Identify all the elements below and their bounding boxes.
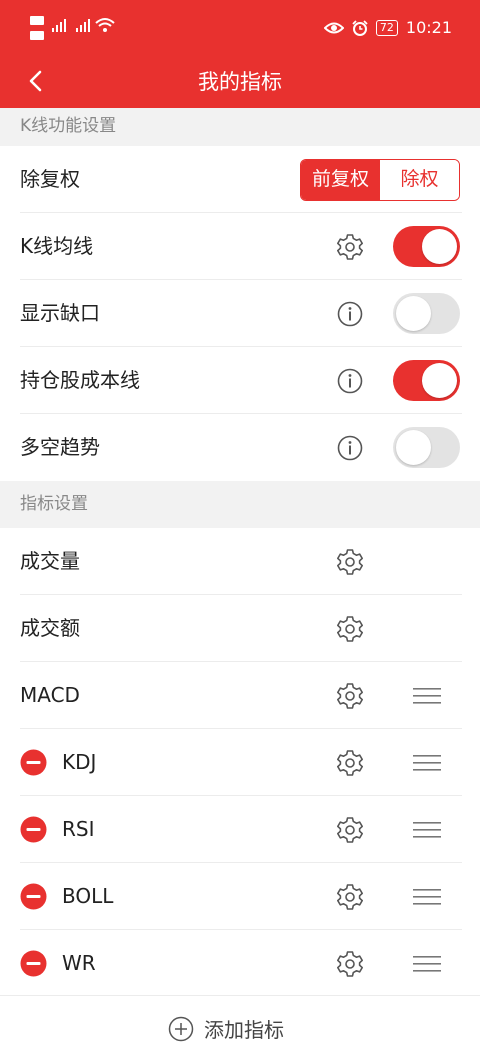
plus-circle-icon <box>168 1016 194 1041</box>
drag-handle-icon[interactable] <box>412 684 442 708</box>
indicator-label: KDJ <box>62 750 97 774</box>
row-label: 多空趋势 <box>20 435 100 459</box>
add-indicator-area: 添加指标 <box>0 995 480 1061</box>
option-forward-adjust[interactable]: 前复权 <box>301 160 380 200</box>
gear-icon[interactable] <box>336 233 364 261</box>
alarm-icon <box>352 19 368 36</box>
gear-icon[interactable] <box>336 883 364 911</box>
indicator-row-wr: WR <box>0 930 480 997</box>
adjust-segmented-control: 前复权 除权 <box>300 159 460 201</box>
row-label: 显示缺口 <box>20 301 100 325</box>
clock: 10:21 <box>405 18 452 37</box>
nav-bar: 我的指标 <box>0 56 480 108</box>
add-indicator-button[interactable]: 添加指标 <box>168 1014 284 1043</box>
row-long-short-trend: 多空趋势 <box>0 414 480 481</box>
indicator-label: 成交量 <box>20 549 80 573</box>
indicator-label: 成交额 <box>20 616 80 640</box>
toggle-holding-cost-line[interactable] <box>393 360 460 401</box>
option-ex-rights[interactable]: 除权 <box>380 160 459 200</box>
row-holding-cost-line: 持仓股成本线 <box>0 347 480 414</box>
row-label: 持仓股成本线 <box>20 368 140 392</box>
remove-circle-icon[interactable] <box>20 950 47 977</box>
toggle-knob <box>422 229 457 264</box>
row-label: 除复权 <box>20 167 80 191</box>
indicator-row-kdj: KDJ <box>0 729 480 796</box>
info-icon[interactable] <box>336 367 364 395</box>
drag-handle-icon[interactable] <box>412 952 442 976</box>
section-header-kline: K线功能设置 <box>0 108 480 146</box>
status-bar: 72 10:21 <box>0 0 480 56</box>
indicator-label: RSI <box>62 817 95 841</box>
indicator-row-volume: 成交量 <box>0 528 480 595</box>
eye-icon <box>323 22 344 33</box>
gear-icon[interactable] <box>336 816 364 844</box>
info-icon[interactable] <box>336 434 364 462</box>
app-header: 72 10:21 我的指标 <box>0 0 480 108</box>
page-title: 我的指标 <box>198 70 282 94</box>
row-show-gap: 显示缺口 <box>0 280 480 347</box>
gear-icon[interactable] <box>336 950 364 978</box>
status-right: 72 10:21 <box>323 18 452 37</box>
remove-circle-icon[interactable] <box>20 816 47 843</box>
indicator-row-boll: BOLL <box>0 863 480 930</box>
row-price-adjust: 除复权 前复权 除权 <box>0 146 480 213</box>
indicator-label: WR <box>62 951 96 975</box>
toggle-knob <box>422 363 457 398</box>
row-kline-ma: K线均线 <box>0 213 480 280</box>
section-header-indicators: 指标设置 <box>0 481 480 528</box>
gear-icon[interactable] <box>336 749 364 777</box>
indicator-row-rsi: RSI <box>0 796 480 863</box>
battery-level: 72 <box>375 19 398 36</box>
row-label: K线均线 <box>20 234 94 258</box>
add-indicator-label: 添加指标 <box>204 1018 284 1042</box>
info-icon[interactable] <box>336 300 364 328</box>
indicator-row-turnover: 成交额 <box>0 595 480 662</box>
signal-indicators <box>30 14 120 44</box>
drag-handle-icon[interactable] <box>412 818 442 842</box>
indicator-label: BOLL <box>62 884 114 908</box>
signal-icons <box>30 16 115 40</box>
drag-handle-icon[interactable] <box>412 751 442 775</box>
remove-circle-icon[interactable] <box>20 883 47 910</box>
gear-icon[interactable] <box>336 682 364 710</box>
gear-icon[interactable] <box>336 548 364 576</box>
remove-circle-icon[interactable] <box>20 749 47 776</box>
toggle-knob <box>396 296 431 331</box>
gear-icon[interactable] <box>336 615 364 643</box>
indicator-label: MACD <box>20 683 80 707</box>
toggle-long-short-trend[interactable] <box>393 427 460 468</box>
drag-handle-icon[interactable] <box>412 885 442 909</box>
indicator-row-macd: MACD <box>0 662 480 729</box>
toggle-knob <box>396 430 431 465</box>
toggle-show-gap[interactable] <box>393 293 460 334</box>
toggle-kline-ma[interactable] <box>393 226 460 267</box>
